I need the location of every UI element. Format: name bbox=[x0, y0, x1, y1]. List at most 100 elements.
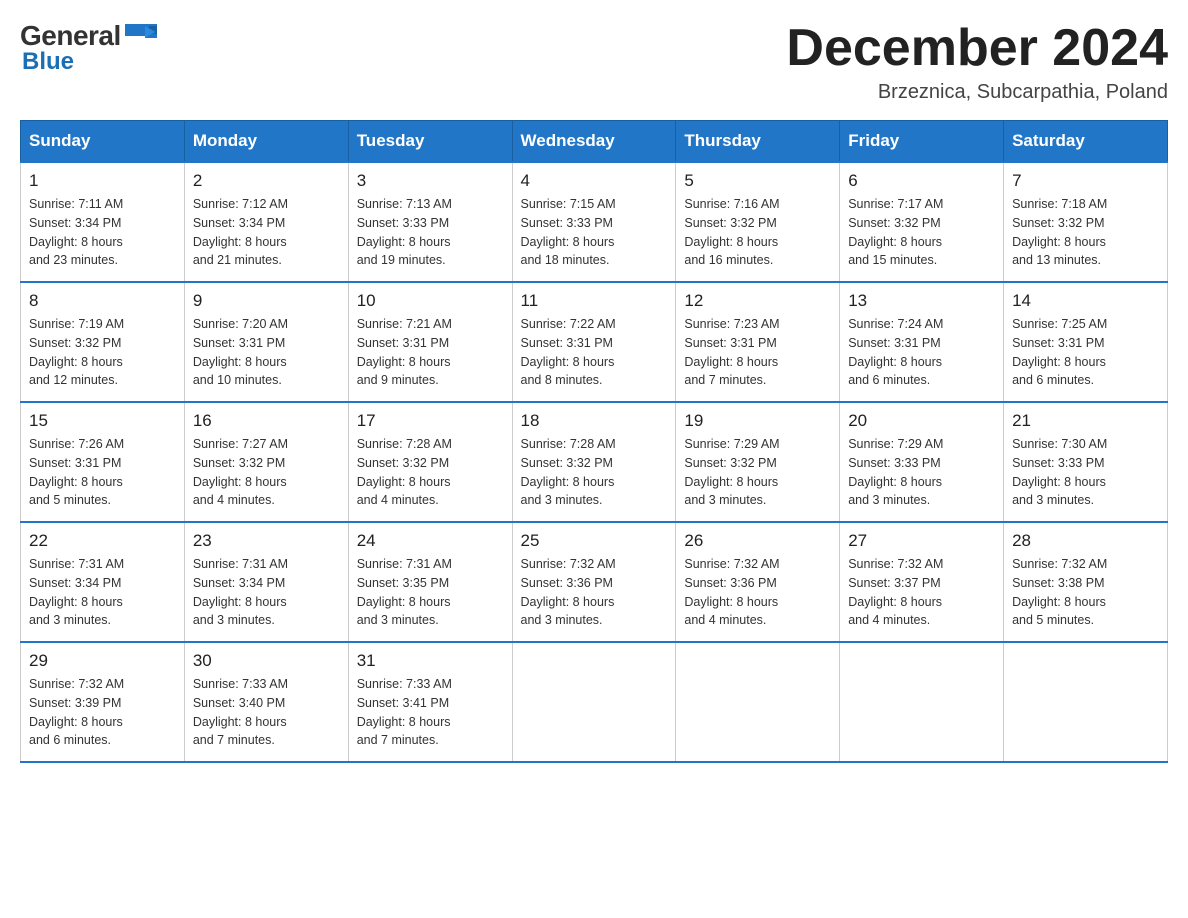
table-row: 12 Sunrise: 7:23 AM Sunset: 3:31 PM Dayl… bbox=[676, 282, 840, 402]
day-number: 31 bbox=[357, 651, 504, 671]
table-row: 23 Sunrise: 7:31 AM Sunset: 3:34 PM Dayl… bbox=[184, 522, 348, 642]
day-info: Sunrise: 7:28 AM Sunset: 3:32 PM Dayligh… bbox=[521, 435, 668, 510]
day-number: 1 bbox=[29, 171, 176, 191]
day-info: Sunrise: 7:29 AM Sunset: 3:32 PM Dayligh… bbox=[684, 435, 831, 510]
day-number: 10 bbox=[357, 291, 504, 311]
calendar-header-row: Sunday Monday Tuesday Wednesday Thursday… bbox=[21, 121, 1168, 163]
day-info: Sunrise: 7:31 AM Sunset: 3:34 PM Dayligh… bbox=[29, 555, 176, 630]
calendar-week-row: 29 Sunrise: 7:32 AM Sunset: 3:39 PM Dayl… bbox=[21, 642, 1168, 762]
day-number: 5 bbox=[684, 171, 831, 191]
day-info: Sunrise: 7:31 AM Sunset: 3:35 PM Dayligh… bbox=[357, 555, 504, 630]
day-number: 12 bbox=[684, 291, 831, 311]
table-row: 7 Sunrise: 7:18 AM Sunset: 3:32 PM Dayli… bbox=[1004, 162, 1168, 282]
table-row: 31 Sunrise: 7:33 AM Sunset: 3:41 PM Dayl… bbox=[348, 642, 512, 762]
table-row: 6 Sunrise: 7:17 AM Sunset: 3:32 PM Dayli… bbox=[840, 162, 1004, 282]
day-number: 21 bbox=[1012, 411, 1159, 431]
page-header: General Blue December 2024 Brzeznica, Su… bbox=[20, 20, 1168, 104]
day-info: Sunrise: 7:28 AM Sunset: 3:32 PM Dayligh… bbox=[357, 435, 504, 510]
table-row: 21 Sunrise: 7:30 AM Sunset: 3:33 PM Dayl… bbox=[1004, 402, 1168, 522]
table-row bbox=[1004, 642, 1168, 762]
day-info: Sunrise: 7:24 AM Sunset: 3:31 PM Dayligh… bbox=[848, 315, 995, 390]
table-row: 3 Sunrise: 7:13 AM Sunset: 3:33 PM Dayli… bbox=[348, 162, 512, 282]
day-info: Sunrise: 7:13 AM Sunset: 3:33 PM Dayligh… bbox=[357, 195, 504, 270]
header-wednesday: Wednesday bbox=[512, 121, 676, 163]
table-row: 27 Sunrise: 7:32 AM Sunset: 3:37 PM Dayl… bbox=[840, 522, 1004, 642]
calendar-week-row: 22 Sunrise: 7:31 AM Sunset: 3:34 PM Dayl… bbox=[21, 522, 1168, 642]
day-info: Sunrise: 7:20 AM Sunset: 3:31 PM Dayligh… bbox=[193, 315, 340, 390]
day-number: 13 bbox=[848, 291, 995, 311]
day-info: Sunrise: 7:32 AM Sunset: 3:38 PM Dayligh… bbox=[1012, 555, 1159, 630]
table-row: 29 Sunrise: 7:32 AM Sunset: 3:39 PM Dayl… bbox=[21, 642, 185, 762]
day-info: Sunrise: 7:33 AM Sunset: 3:40 PM Dayligh… bbox=[193, 675, 340, 750]
table-row: 18 Sunrise: 7:28 AM Sunset: 3:32 PM Dayl… bbox=[512, 402, 676, 522]
table-row: 1 Sunrise: 7:11 AM Sunset: 3:34 PM Dayli… bbox=[21, 162, 185, 282]
calendar-week-row: 15 Sunrise: 7:26 AM Sunset: 3:31 PM Dayl… bbox=[21, 402, 1168, 522]
table-row: 19 Sunrise: 7:29 AM Sunset: 3:32 PM Dayl… bbox=[676, 402, 840, 522]
day-info: Sunrise: 7:27 AM Sunset: 3:32 PM Dayligh… bbox=[193, 435, 340, 510]
day-number: 9 bbox=[193, 291, 340, 311]
day-info: Sunrise: 7:32 AM Sunset: 3:36 PM Dayligh… bbox=[684, 555, 831, 630]
table-row: 26 Sunrise: 7:32 AM Sunset: 3:36 PM Dayl… bbox=[676, 522, 840, 642]
day-info: Sunrise: 7:19 AM Sunset: 3:32 PM Dayligh… bbox=[29, 315, 176, 390]
day-info: Sunrise: 7:29 AM Sunset: 3:33 PM Dayligh… bbox=[848, 435, 995, 510]
day-number: 19 bbox=[684, 411, 831, 431]
table-row: 14 Sunrise: 7:25 AM Sunset: 3:31 PM Dayl… bbox=[1004, 282, 1168, 402]
day-number: 18 bbox=[521, 411, 668, 431]
day-number: 6 bbox=[848, 171, 995, 191]
day-number: 15 bbox=[29, 411, 176, 431]
header-tuesday: Tuesday bbox=[348, 121, 512, 163]
day-info: Sunrise: 7:31 AM Sunset: 3:34 PM Dayligh… bbox=[193, 555, 340, 630]
day-info: Sunrise: 7:26 AM Sunset: 3:31 PM Dayligh… bbox=[29, 435, 176, 510]
day-number: 27 bbox=[848, 531, 995, 551]
day-info: Sunrise: 7:25 AM Sunset: 3:31 PM Dayligh… bbox=[1012, 315, 1159, 390]
table-row: 20 Sunrise: 7:29 AM Sunset: 3:33 PM Dayl… bbox=[840, 402, 1004, 522]
day-info: Sunrise: 7:15 AM Sunset: 3:33 PM Dayligh… bbox=[521, 195, 668, 270]
header-saturday: Saturday bbox=[1004, 121, 1168, 163]
day-number: 23 bbox=[193, 531, 340, 551]
day-info: Sunrise: 7:32 AM Sunset: 3:37 PM Dayligh… bbox=[848, 555, 995, 630]
day-number: 8 bbox=[29, 291, 176, 311]
header-monday: Monday bbox=[184, 121, 348, 163]
table-row: 17 Sunrise: 7:28 AM Sunset: 3:32 PM Dayl… bbox=[348, 402, 512, 522]
table-row bbox=[840, 642, 1004, 762]
day-info: Sunrise: 7:23 AM Sunset: 3:31 PM Dayligh… bbox=[684, 315, 831, 390]
day-number: 26 bbox=[684, 531, 831, 551]
day-info: Sunrise: 7:33 AM Sunset: 3:41 PM Dayligh… bbox=[357, 675, 504, 750]
table-row bbox=[512, 642, 676, 762]
table-row: 13 Sunrise: 7:24 AM Sunset: 3:31 PM Dayl… bbox=[840, 282, 1004, 402]
day-number: 22 bbox=[29, 531, 176, 551]
table-row: 2 Sunrise: 7:12 AM Sunset: 3:34 PM Dayli… bbox=[184, 162, 348, 282]
day-info: Sunrise: 7:12 AM Sunset: 3:34 PM Dayligh… bbox=[193, 195, 340, 270]
table-row: 8 Sunrise: 7:19 AM Sunset: 3:32 PM Dayli… bbox=[21, 282, 185, 402]
header-sunday: Sunday bbox=[21, 121, 185, 163]
day-number: 30 bbox=[193, 651, 340, 671]
day-info: Sunrise: 7:18 AM Sunset: 3:32 PM Dayligh… bbox=[1012, 195, 1159, 270]
calendar-table: Sunday Monday Tuesday Wednesday Thursday… bbox=[20, 120, 1168, 763]
day-number: 17 bbox=[357, 411, 504, 431]
day-number: 16 bbox=[193, 411, 340, 431]
header-thursday: Thursday bbox=[676, 121, 840, 163]
table-row: 22 Sunrise: 7:31 AM Sunset: 3:34 PM Dayl… bbox=[21, 522, 185, 642]
calendar-week-row: 8 Sunrise: 7:19 AM Sunset: 3:32 PM Dayli… bbox=[21, 282, 1168, 402]
day-info: Sunrise: 7:16 AM Sunset: 3:32 PM Dayligh… bbox=[684, 195, 831, 270]
day-info: Sunrise: 7:22 AM Sunset: 3:31 PM Dayligh… bbox=[521, 315, 668, 390]
table-row: 30 Sunrise: 7:33 AM Sunset: 3:40 PM Dayl… bbox=[184, 642, 348, 762]
calendar-week-row: 1 Sunrise: 7:11 AM Sunset: 3:34 PM Dayli… bbox=[21, 162, 1168, 282]
day-info: Sunrise: 7:32 AM Sunset: 3:36 PM Dayligh… bbox=[521, 555, 668, 630]
table-row: 4 Sunrise: 7:15 AM Sunset: 3:33 PM Dayli… bbox=[512, 162, 676, 282]
logo-blue-text: Blue bbox=[22, 48, 74, 76]
day-number: 25 bbox=[521, 531, 668, 551]
day-number: 14 bbox=[1012, 291, 1159, 311]
day-number: 7 bbox=[1012, 171, 1159, 191]
table-row bbox=[676, 642, 840, 762]
table-row: 24 Sunrise: 7:31 AM Sunset: 3:35 PM Dayl… bbox=[348, 522, 512, 642]
table-row: 11 Sunrise: 7:22 AM Sunset: 3:31 PM Dayl… bbox=[512, 282, 676, 402]
day-number: 4 bbox=[521, 171, 668, 191]
header-friday: Friday bbox=[840, 121, 1004, 163]
day-number: 2 bbox=[193, 171, 340, 191]
day-info: Sunrise: 7:11 AM Sunset: 3:34 PM Dayligh… bbox=[29, 195, 176, 270]
day-number: 11 bbox=[521, 291, 668, 311]
table-row: 5 Sunrise: 7:16 AM Sunset: 3:32 PM Dayli… bbox=[676, 162, 840, 282]
table-row: 9 Sunrise: 7:20 AM Sunset: 3:31 PM Dayli… bbox=[184, 282, 348, 402]
day-info: Sunrise: 7:30 AM Sunset: 3:33 PM Dayligh… bbox=[1012, 435, 1159, 510]
